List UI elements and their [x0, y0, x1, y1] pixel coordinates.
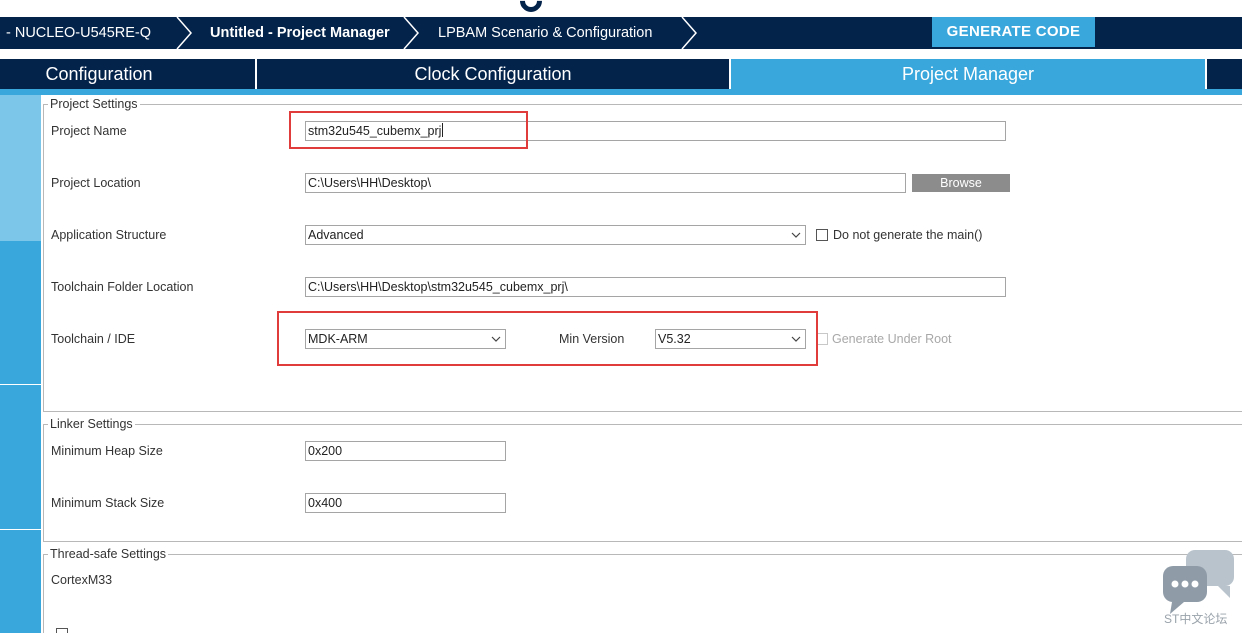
thread-safe-settings-group: Thread-safe Settings	[43, 547, 1242, 633]
text-caret	[442, 123, 444, 137]
project-name-value: stm32u545_cubemx_prj	[308, 124, 442, 138]
side-panel	[0, 95, 41, 633]
tab-clock-configuration[interactable]: Clock Configuration	[257, 59, 731, 89]
tab-project-manager[interactable]: Project Manager	[731, 59, 1207, 89]
multi-thread-checkbox[interactable]	[56, 628, 68, 633]
linker-settings-legend: Linker Settings	[48, 417, 135, 431]
chevron-right-icon	[176, 17, 192, 49]
side-item-advanced-settings[interactable]	[0, 385, 41, 529]
thread-safe-settings-legend: Thread-safe Settings	[48, 547, 169, 561]
chevron-right-icon	[681, 17, 697, 49]
chevron-down-icon	[791, 232, 801, 238]
chevron-down-icon	[791, 336, 801, 342]
no-main-checkbox[interactable]	[816, 229, 828, 241]
breadcrumb-lpbam[interactable]: LPBAM Scenario & Configuration	[438, 17, 652, 49]
generate-under-root-checkbox[interactable]	[816, 333, 828, 345]
logo-fragment-icon	[515, 0, 547, 17]
tab-pinout-configuration[interactable]: Configuration	[0, 59, 257, 89]
no-main-label: Do not generate the main()	[833, 228, 983, 242]
toolchain-ide-select[interactable]: MDK-ARM	[305, 329, 506, 349]
side-item-project[interactable]	[0, 95, 41, 241]
toolchain-folder-input[interactable]: C:\Users\HH\Desktop\stm32u545_cubemx_prj…	[305, 277, 1006, 297]
breadcrumb-board[interactable]: - NUCLEO-U545RE-Q	[6, 17, 151, 49]
toolchain-ide-value: MDK-ARM	[308, 332, 368, 346]
top-strip	[0, 0, 1242, 17]
min-version-select[interactable]: V5.32	[655, 329, 806, 349]
min-version-label: Min Version	[559, 332, 625, 346]
generate-code-button[interactable]: GENERATE CODE	[932, 17, 1095, 47]
min-heap-label: Minimum Heap Size	[51, 444, 163, 458]
toolchain-folder-label: Toolchain Folder Location	[51, 280, 194, 294]
min-stack-input[interactable]: 0x400	[305, 493, 506, 513]
side-item-code-generator[interactable]	[0, 241, 41, 384]
project-location-label: Project Location	[51, 176, 141, 190]
main-tabs: Configuration Clock Configuration Projec…	[0, 59, 1242, 89]
watermark-text: ST中文论坛	[1164, 612, 1228, 626]
project-manager-content: Project Settings Project Name stm32u545_…	[41, 95, 1242, 633]
toolchain-ide-label: Toolchain / IDE	[51, 332, 136, 346]
project-settings-group: Project Settings	[43, 97, 1242, 412]
min-version-value: V5.32	[658, 332, 691, 346]
min-stack-label: Minimum Stack Size	[51, 496, 165, 510]
application-structure-label: Application Structure	[51, 228, 167, 242]
core-label: CortexM33	[51, 573, 113, 587]
header-gap	[0, 49, 1242, 59]
side-item-extra[interactable]	[0, 530, 41, 633]
project-name-label: Project Name	[51, 124, 127, 138]
browse-button[interactable]: Browse	[912, 174, 1010, 192]
breadcrumb-project[interactable]: Untitled - Project Manager	[210, 17, 390, 49]
application-structure-value: Advanced	[308, 228, 364, 242]
linker-settings-group: Linker Settings	[43, 417, 1242, 542]
chevron-right-icon	[403, 17, 419, 49]
generate-under-root-label: Generate Under Root	[832, 332, 952, 346]
application-structure-select[interactable]: Advanced	[305, 225, 806, 245]
project-settings-legend: Project Settings	[48, 97, 140, 111]
project-name-input[interactable]: stm32u545_cubemx_prj	[305, 121, 1006, 141]
project-location-input[interactable]: C:\Users\HH\Desktop\	[305, 173, 906, 193]
chevron-down-icon	[491, 336, 501, 342]
min-heap-input[interactable]: 0x200	[305, 441, 506, 461]
